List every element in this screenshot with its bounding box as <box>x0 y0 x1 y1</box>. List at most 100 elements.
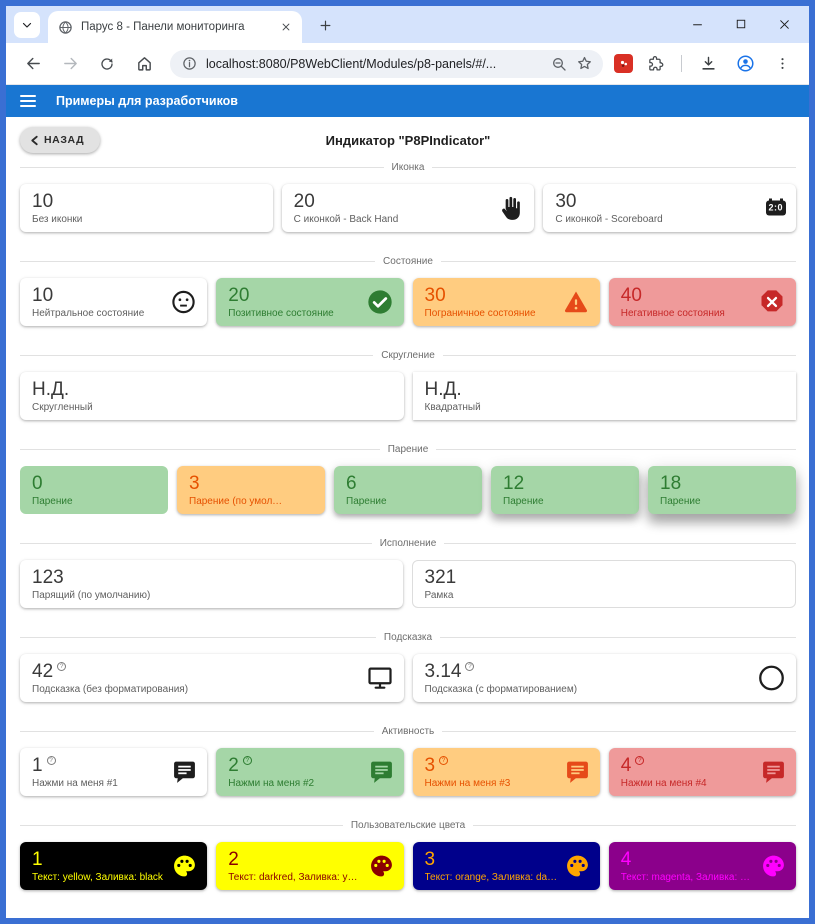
home-button[interactable] <box>129 49 159 79</box>
url-text[interactable]: localhost:8080/P8WebClient/Modules/p8-pa… <box>206 57 542 71</box>
indicator-caption: Текст: magenta, Заливка: darkmage... <box>621 872 754 883</box>
indicator-card[interactable]: 30 Пограничное состояние <box>413 278 600 326</box>
section-label: Состояние <box>375 256 441 267</box>
maximize-button[interactable] <box>735 18 747 30</box>
hamburger-menu-icon[interactable] <box>20 95 36 107</box>
indicator-card[interactable]: 4? Нажми на меня #4 <box>609 748 796 796</box>
indicator-caption: Без иконки <box>32 214 231 225</box>
download-icon <box>700 55 717 72</box>
indicator-card[interactable]: 6 Парение <box>334 466 482 514</box>
plus-icon <box>319 19 332 32</box>
extension-badge-icon[interactable] <box>614 54 633 73</box>
indicator-caption: Негативное состояния <box>621 308 754 319</box>
back-nav-button[interactable] <box>18 49 48 79</box>
indicator-card[interactable]: Н.Д. Квадратный <box>413 372 797 420</box>
indicator-card[interactable]: 3 Парение (по умолчанию) <box>177 466 325 514</box>
new-tab-button[interactable] <box>312 12 338 38</box>
indicator-card[interactable]: 3? Нажми на меня #3 <box>413 748 600 796</box>
tab-title: Парус 8 - Панели мониторинга <box>81 21 269 33</box>
section-tooltip: Подсказка 42? Подсказка (без форматирова… <box>20 629 796 702</box>
indicator-card[interactable]: 30 С иконкой - Scoreboard 2:0 <box>543 184 796 232</box>
profile-button[interactable] <box>730 49 760 79</box>
browser-menu-button[interactable] <box>767 49 797 79</box>
indicator-value: 1? <box>32 755 165 777</box>
bookmark-star-icon[interactable] <box>576 55 593 72</box>
reload-icon <box>99 56 115 72</box>
indicator-card[interactable]: 0 Парение <box>20 466 168 514</box>
section-label: Подсказка <box>376 632 440 643</box>
indicator-value: 20 <box>228 285 361 307</box>
indicator-card[interactable]: 10 Без иконки <box>20 184 273 232</box>
indicator-value: 321 <box>425 567 754 589</box>
page-content: НАЗАД Индикатор "P8PIndicator" Иконка 10… <box>6 117 809 918</box>
indicator-value: 4? <box>621 755 754 777</box>
window-controls <box>691 18 799 31</box>
indicator-caption: С иконкой - Back Hand <box>294 214 493 225</box>
indicator-card[interactable]: 12 Парение <box>491 466 639 514</box>
indicator-card[interactable]: 18 Парение <box>648 466 796 514</box>
indicator-value: 30 <box>425 285 558 307</box>
indicator-card[interactable]: 1 Текст: yellow, Заливка: black <box>20 842 207 890</box>
page-top-row: НАЗАД Индикатор "P8PIndicator" <box>20 125 796 159</box>
indicator-caption: Текст: orange, Заливка: darkblue <box>425 872 558 883</box>
circle-icon <box>757 664 786 693</box>
section-label: Иконка <box>384 162 433 173</box>
help-icon: ? <box>465 662 474 671</box>
indicator-value: 1 <box>32 849 165 871</box>
indicator-caption: Подсказка (без форматирования) <box>32 684 362 695</box>
indicator-card[interactable]: 321 Рамка <box>412 560 797 608</box>
extensions-puzzle-button[interactable] <box>640 49 670 79</box>
address-bar[interactable]: localhost:8080/P8WebClient/Modules/p8-pa… <box>170 50 603 78</box>
minimize-button[interactable] <box>691 18 704 31</box>
indicator-card[interactable]: 20 Позитивное состояние <box>216 278 403 326</box>
page-info-icon[interactable] <box>182 56 197 71</box>
indicator-caption: Парение <box>346 496 440 507</box>
cancel-octagon-icon <box>758 288 786 316</box>
reload-button[interactable] <box>92 49 122 79</box>
indicator-value: 6 <box>346 473 440 495</box>
palette-icon <box>565 854 590 879</box>
forward-nav-button[interactable] <box>55 49 85 79</box>
section-icon: Иконка 10 Без иконки 20 С иконкой - Back… <box>20 159 796 232</box>
indicator-card[interactable]: 2? Нажми на меня #2 <box>216 748 403 796</box>
browser-tab[interactable]: Парус 8 - Панели мониторинга <box>48 11 302 43</box>
indicator-card[interactable]: 1? Нажми на меня #1 <box>20 748 207 796</box>
indicator-value: Н.Д. <box>32 379 362 401</box>
indicator-caption: Квадратный <box>425 402 755 413</box>
indicator-caption: Подсказка (с форматированием) <box>425 684 755 695</box>
indicator-value: 3? <box>425 755 558 777</box>
browser-window: Парус 8 - Панели мониторинга <box>0 0 815 924</box>
indicator-card[interactable]: 40 Негативное состояния <box>609 278 796 326</box>
indicator-card[interactable]: 123 Парящий (по умолчанию) <box>20 560 403 608</box>
indicator-card[interactable]: 4 Текст: magenta, Заливка: darkmage... <box>609 842 796 890</box>
comment-icon <box>172 760 197 785</box>
indicator-caption: Парение <box>660 496 754 507</box>
indicator-caption: Парение <box>503 496 597 507</box>
indicator-card[interactable]: 2 Текст: darkred, Заливка: yellow <box>216 842 403 890</box>
indicator-card[interactable]: 3 Текст: orange, Заливка: darkblue <box>413 842 600 890</box>
section-activity: Активность 1? Нажми на меня #1 2? Нажми … <box>20 723 796 796</box>
indicator-caption: Текст: darkred, Заливка: yellow <box>228 872 361 883</box>
help-icon: ? <box>243 756 252 765</box>
indicator-value: 0 <box>32 473 126 495</box>
downloads-button[interactable] <box>693 49 723 79</box>
indicator-card[interactable]: 20 С иконкой - Back Hand <box>282 184 535 232</box>
indicator-caption: Парение <box>32 496 126 507</box>
indicator-card[interactable]: 42? Подсказка (без форматирования) <box>20 654 404 702</box>
close-button[interactable] <box>778 18 791 31</box>
tab-close-icon[interactable] <box>277 19 294 36</box>
section-custom-colors: Пользовательские цвета 1 Текст: yellow, … <box>20 817 796 890</box>
tab-strip: Парус 8 - Панели мониторинга <box>6 6 809 43</box>
check-circle-icon <box>366 288 394 316</box>
tab-search-button[interactable] <box>14 12 40 38</box>
help-icon: ? <box>57 662 66 671</box>
help-icon: ? <box>47 756 56 765</box>
indicator-card[interactable]: 3.14? Подсказка (с форматированием) <box>413 654 797 702</box>
indicator-value: 20 <box>294 191 493 213</box>
zoom-out-icon[interactable] <box>551 56 567 72</box>
indicator-caption: Рамка <box>425 590 754 601</box>
scoreboard-icon: 2:0 <box>766 201 787 216</box>
indicator-card[interactable]: 10 Нейтральное состояние <box>20 278 207 326</box>
indicator-card[interactable]: Н.Д. Скругленный <box>20 372 404 420</box>
indicator-value: 10 <box>32 191 231 213</box>
